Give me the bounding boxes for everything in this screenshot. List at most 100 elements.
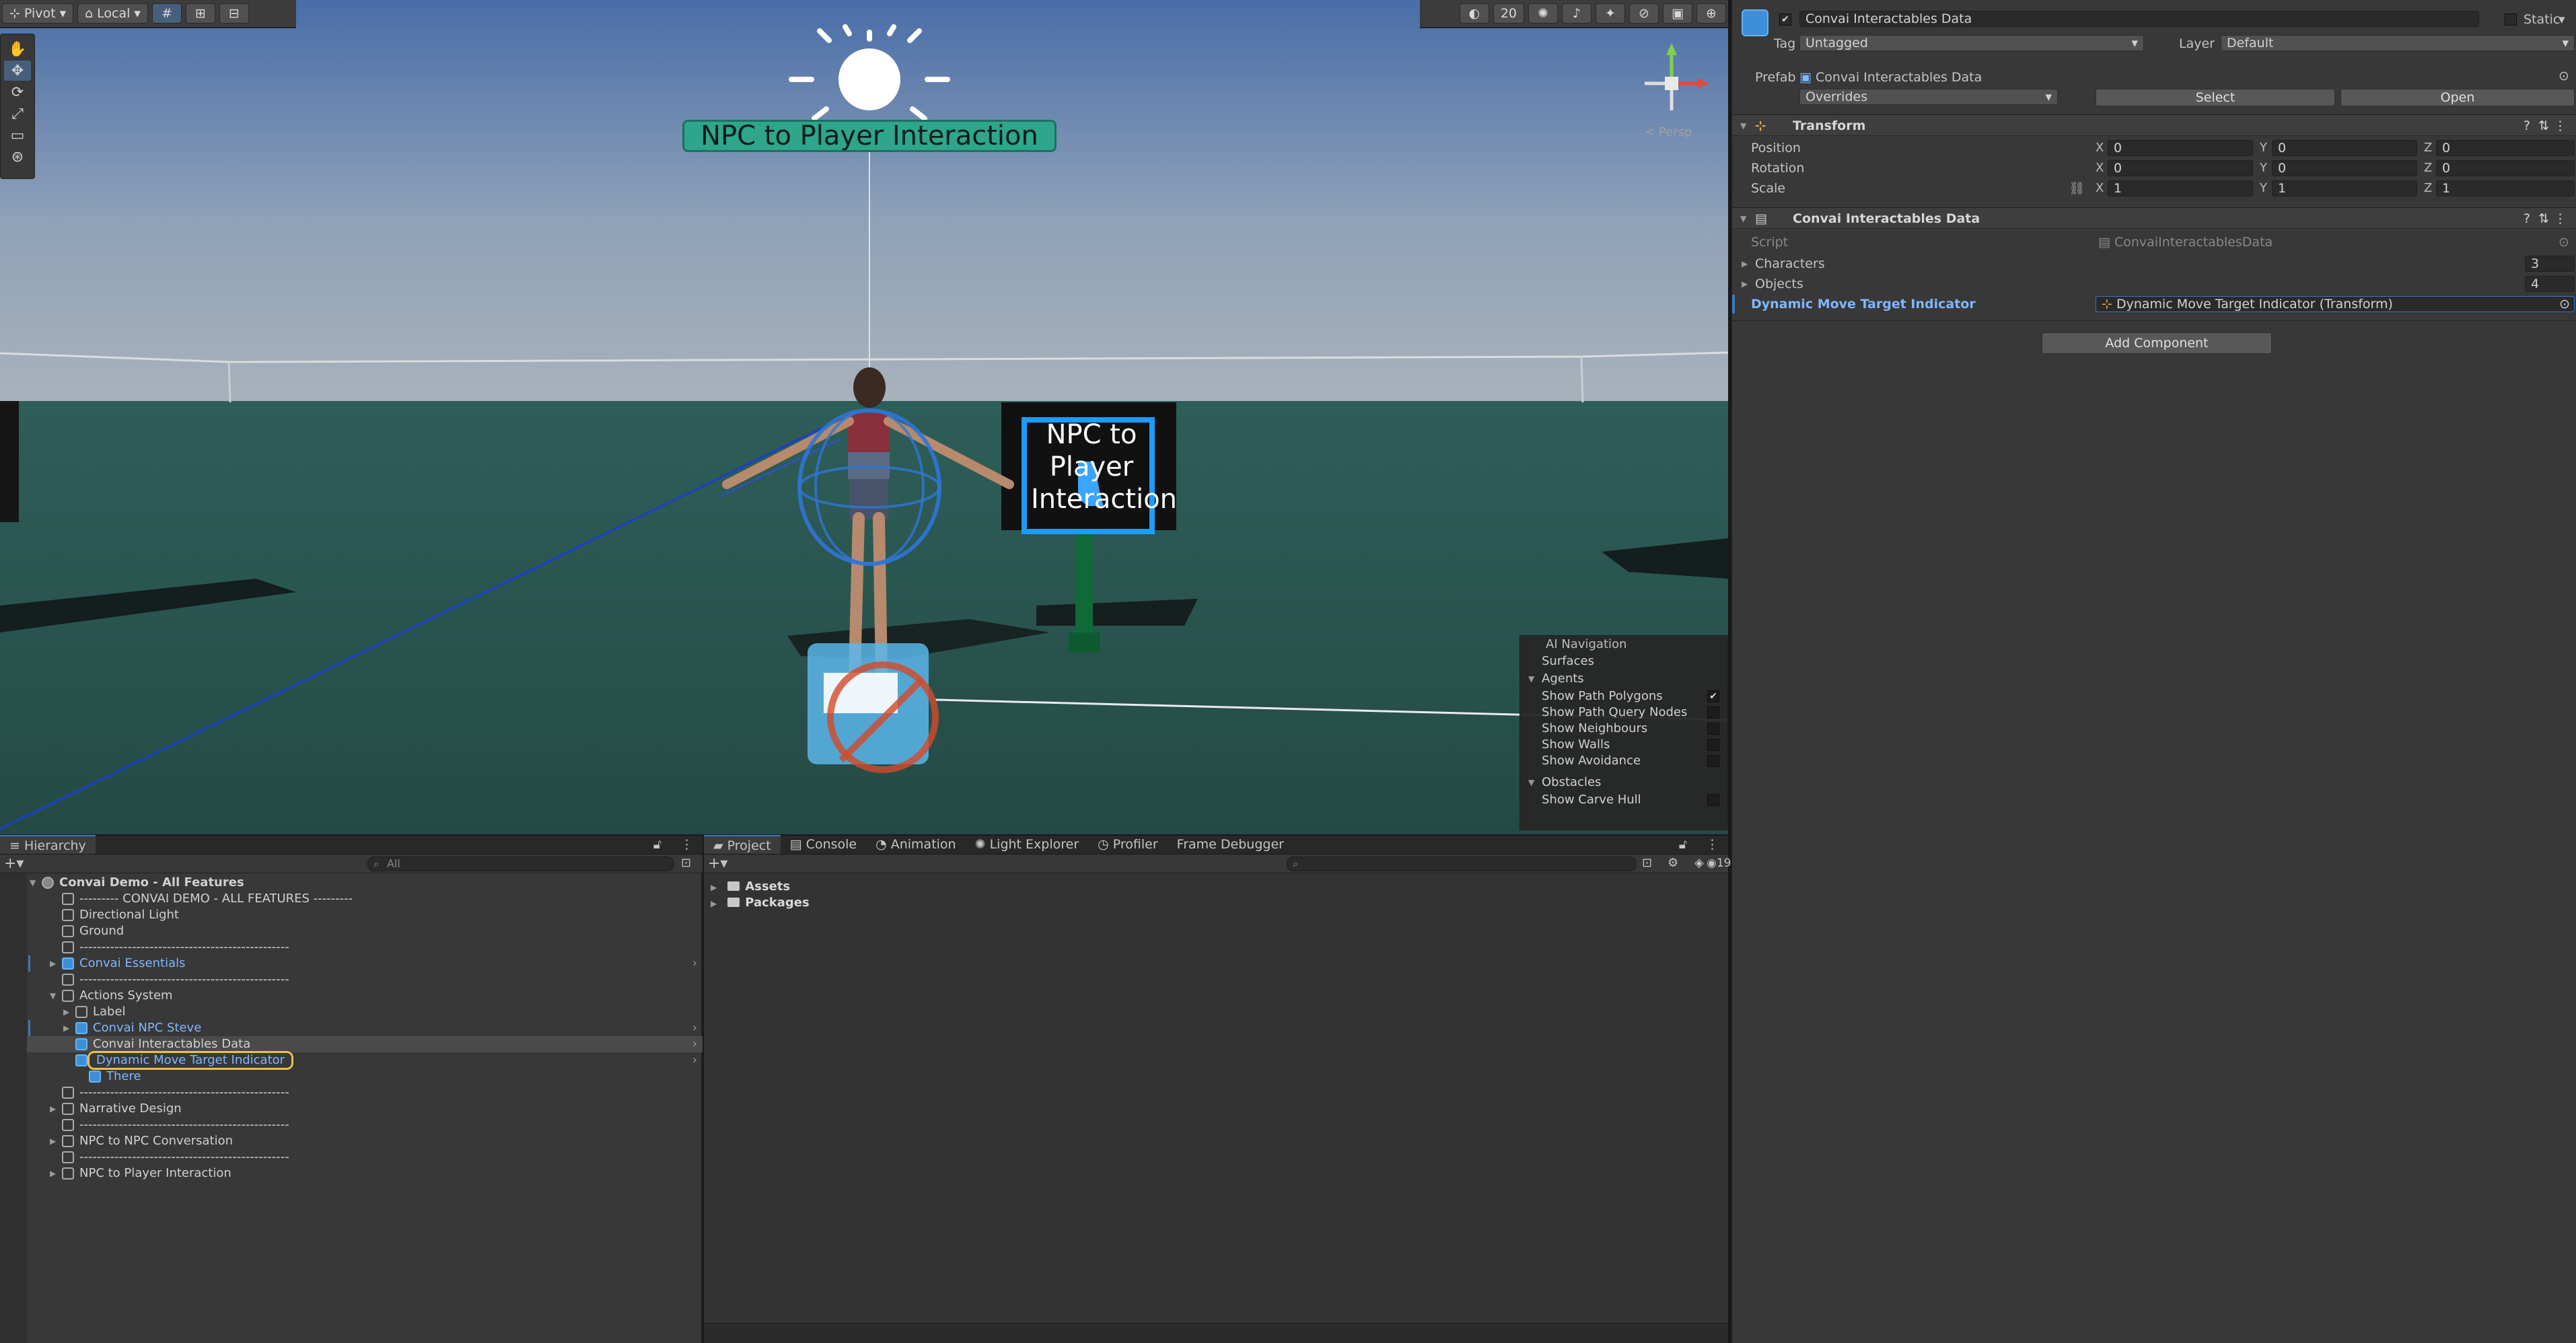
chevron-right-icon[interactable]: ›: [692, 1036, 697, 1052]
lock-icon[interactable]: 🔓︎: [1670, 835, 1696, 854]
rotation-z-field[interactable]: 0: [2436, 160, 2575, 176]
local-dropdown[interactable]: ⌂ Local ▾: [77, 3, 148, 24]
foldout-collapsed-icon[interactable]: ▶: [50, 1133, 56, 1149]
foldout-collapsed-icon[interactable]: ▶: [50, 1165, 56, 1182]
lock-icon[interactable]: 🔓︎: [644, 835, 671, 854]
checkbox[interactable]: [1707, 706, 1719, 719]
more-icon[interactable]: ⋮: [2554, 115, 2567, 137]
prefab-field[interactable]: ▣ Convai Interactables Data: [1799, 70, 1982, 85]
draw-mode-button[interactable]: ◐: [1459, 3, 1489, 24]
add-button[interactable]: +▾: [4, 855, 24, 873]
hierarchy-row[interactable]: ----------------------------------------…: [27, 1149, 703, 1165]
agent-option[interactable]: Show Avoidance: [1520, 753, 1727, 769]
more-icon[interactable]: ⋮: [1696, 835, 1728, 854]
hierarchy-row[interactable]: ▶ Convai Essentials ›: [27, 955, 703, 972]
transform-header[interactable]: ▼ ⊹ Transform ? ⇅ ⋮: [1732, 114, 2576, 136]
chevron-right-icon[interactable]: ›: [692, 955, 697, 972]
effects-toggle[interactable]: ✦: [1596, 3, 1625, 24]
scale-tool[interactable]: ⤢: [4, 104, 31, 124]
checkbox[interactable]: [1707, 755, 1719, 767]
scale-x-field[interactable]: 1: [2108, 180, 2253, 196]
surfaces-foldout[interactable]: Surfaces: [1520, 653, 1727, 669]
checkbox[interactable]: [1707, 723, 1719, 735]
checkbox-checked[interactable]: ✔: [1707, 690, 1719, 702]
hierarchy-row[interactable]: ----------------------------------------…: [27, 939, 703, 955]
help-icon[interactable]: ?: [2524, 208, 2530, 229]
create-button[interactable]: +▾: [708, 855, 727, 873]
preset-icon[interactable]: ⇅: [2538, 115, 2549, 137]
ruler-button[interactable]: ⊟: [219, 3, 249, 24]
agent-option[interactable]: Show Path Query Nodes: [1520, 704, 1727, 721]
foldout-collapsed-icon[interactable]: ▶: [63, 1020, 69, 1036]
filter-type-icon[interactable]: ⚙: [1668, 856, 1678, 870]
tab-light-explorer[interactable]: ✺ Light Explorer: [966, 835, 1089, 854]
search-by-type-icon[interactable]: ⊡: [1642, 856, 1652, 870]
hand-tool[interactable]: ✋: [4, 39, 31, 59]
more-icon[interactable]: ⋮: [2554, 208, 2567, 229]
hierarchy-row[interactable]: ▶ NPC to NPC Conversation: [27, 1133, 703, 1149]
agent-option[interactable]: Show Path Polygons ✔: [1520, 688, 1727, 704]
scene-view[interactable]: ⊹ Pivot ▾ ⌂ Local ▾ # ⊞ ⊟ ◐ 20 ✺ ♪ ✦ ⊘ ▣ ⊕ ✋…: [0, 0, 1728, 834]
hierarchy-row[interactable]: There: [27, 1068, 703, 1085]
hierarchy-row[interactable]: Ground: [27, 923, 703, 939]
move-tool[interactable]: ✥: [4, 61, 31, 81]
hierarchy-row[interactable]: ▶ Label: [27, 1004, 703, 1020]
grid-snap-button[interactable]: #: [151, 3, 182, 24]
more-icon[interactable]: ⋮: [671, 835, 703, 854]
add-component-button[interactable]: Add Component: [2042, 332, 2272, 354]
static-checkbox[interactable]: [2505, 13, 2517, 26]
objects-count[interactable]: 4: [2525, 276, 2575, 292]
active-checkbox[interactable]: ✔: [1779, 13, 1791, 26]
dmti-field[interactable]: ⊹ Dynamic Move Target Indicator (Transfo…: [2096, 296, 2575, 312]
hierarchy-row[interactable]: Dynamic Move Target Indicator ›: [27, 1051, 703, 1070]
hierarchy-row[interactable]: Convai Interactables Data ›: [27, 1036, 703, 1052]
project-search-input[interactable]: ⌕: [1287, 857, 1637, 871]
visibility-toggle[interactable]: ⊘: [1629, 3, 1659, 24]
pivot-dropdown[interactable]: ⊹ Pivot ▾: [2, 3, 74, 24]
obstacle-option[interactable]: Show Carve Hull: [1520, 792, 1727, 808]
tab-console[interactable]: ▤ Console: [781, 835, 866, 854]
chevron-right-icon[interactable]: ›: [692, 1020, 697, 1036]
persp-label[interactable]: < Persp: [1645, 125, 1692, 139]
tab-profiler[interactable]: ◷ Profiler: [1088, 835, 1168, 854]
hierarchy-search-input[interactable]: ⌕ All: [367, 857, 674, 871]
hierarchy-row[interactable]: ----------------------------------------…: [27, 972, 703, 988]
lighting-toggle[interactable]: ✺: [1528, 3, 1558, 24]
checkbox[interactable]: [1707, 794, 1719, 806]
tab-animation[interactable]: ◔ Animation: [866, 835, 966, 854]
rotation-x-field[interactable]: 0: [2108, 160, 2253, 176]
rotation-y-field[interactable]: 0: [2272, 160, 2417, 176]
object-picker-icon[interactable]: ⊙: [2559, 297, 2570, 312]
link-icon[interactable]: ⛓: [2069, 179, 2085, 198]
snap-increment-button[interactable]: ⊞: [185, 3, 215, 24]
objects-row[interactable]: ▶ Objects 4: [1732, 275, 2576, 293]
foldout-collapsed-icon[interactable]: ▶: [50, 1101, 56, 1117]
hierarchy-row[interactable]: ▶ Narrative Design: [27, 1101, 703, 1117]
preset-icon[interactable]: ⇅: [2538, 208, 2549, 229]
camera-button[interactable]: ▣: [1663, 3, 1692, 24]
foldout-expanded-icon[interactable]: ▼: [50, 988, 56, 1004]
agent-option[interactable]: Show Neighbours: [1520, 721, 1727, 737]
folder-assets[interactable]: ▶ Assets: [711, 879, 790, 895]
chevron-right-icon[interactable]: ›: [692, 1052, 697, 1068]
tag-dropdown[interactable]: Untagged ▾: [1799, 35, 2144, 51]
hierarchy-row[interactable]: ▼ Actions System: [27, 988, 703, 1004]
gizmos-button[interactable]: ⊕: [1696, 3, 1726, 24]
audio-toggle[interactable]: ♪: [1562, 3, 1591, 24]
characters-row[interactable]: ▶ Characters 3: [1732, 254, 2576, 273]
hierarchy-row[interactable]: ▶ NPC to Player Interaction: [27, 1165, 703, 1182]
position-z-field[interactable]: 0: [2436, 140, 2575, 156]
hierarchy-row[interactable]: --------- CONVAI DEMO - ALL FEATURES ---…: [27, 891, 703, 907]
foldout-expanded-icon[interactable]: ▼: [30, 875, 36, 891]
static-dropdown-icon[interactable]: ▾: [2559, 12, 2565, 27]
tab-frame-debugger[interactable]: Frame Debugger: [1168, 835, 1293, 854]
folder-packages[interactable]: ▶ Packages: [711, 895, 810, 911]
obstacles-foldout[interactable]: Obstacles: [1520, 773, 1727, 792]
hierarchy-row[interactable]: ▶ Convai NPC Steve ›: [27, 1020, 703, 1036]
script-field[interactable]: ▤ ConvaiInteractablesData: [2098, 233, 2273, 252]
label-icon[interactable]: ◈: [1694, 856, 1704, 870]
hidden-count[interactable]: ◉19: [1707, 857, 1731, 870]
characters-count[interactable]: 3: [2525, 256, 2575, 272]
hierarchy-row[interactable]: Directional Light: [27, 907, 703, 923]
rotate-tool[interactable]: ⟳: [4, 82, 31, 102]
